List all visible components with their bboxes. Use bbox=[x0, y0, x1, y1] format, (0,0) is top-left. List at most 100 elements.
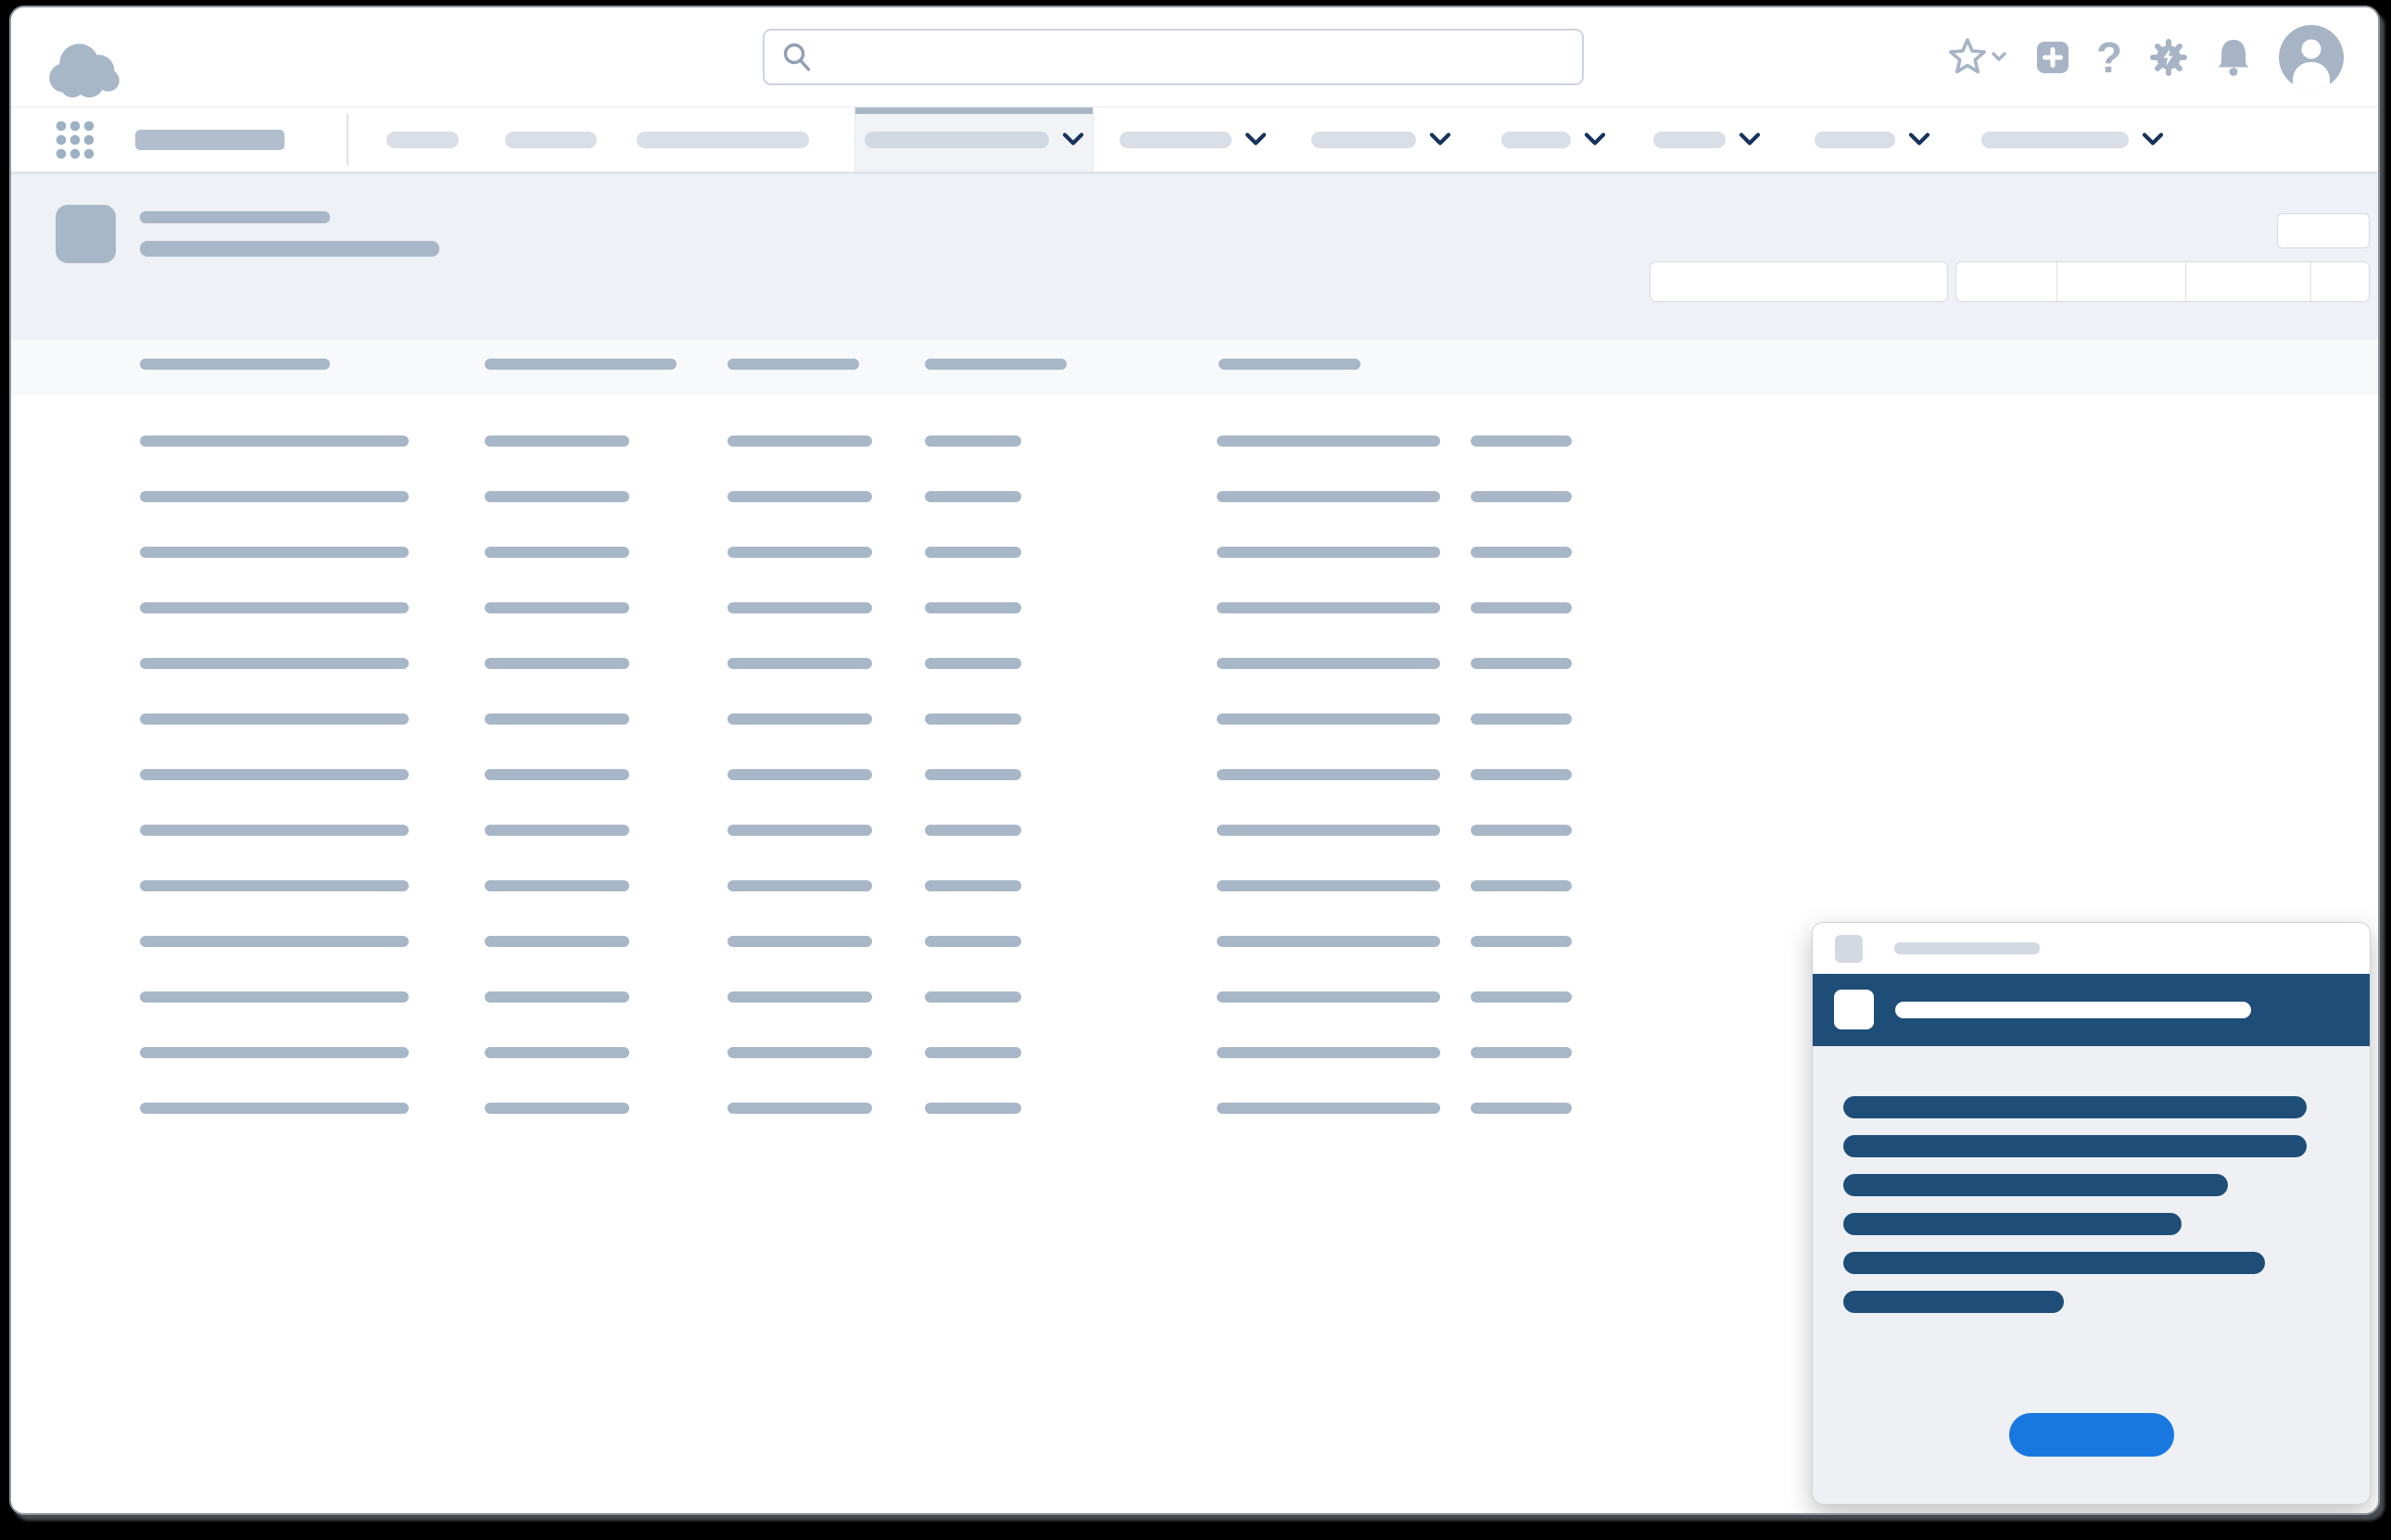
cell-placeholder-col-5 bbox=[1217, 713, 1440, 725]
cell-placeholder-col-5 bbox=[1217, 936, 1440, 947]
cell-placeholder-col-2 bbox=[485, 435, 629, 447]
cell-placeholder-col-1 bbox=[140, 547, 409, 558]
cell-placeholder-col-4 bbox=[925, 658, 1021, 669]
list-toolbar-button-1[interactable] bbox=[1956, 262, 2056, 301]
nav-tab-7[interactable] bbox=[1501, 107, 1606, 171]
chevron-down-icon bbox=[1429, 133, 1451, 146]
cell-placeholder-col-6 bbox=[1471, 1047, 1572, 1058]
column-header-placeholder-5 bbox=[1219, 359, 1360, 370]
cell-placeholder-col-2 bbox=[485, 1047, 629, 1058]
cell-placeholder-col-4 bbox=[925, 713, 1021, 725]
cell-placeholder-col-1 bbox=[140, 1103, 409, 1114]
cell-placeholder-col-6 bbox=[1471, 825, 1572, 836]
search-icon bbox=[781, 42, 813, 73]
table-row bbox=[11, 435, 1633, 447]
cell-placeholder-col-2 bbox=[485, 936, 629, 947]
cell-placeholder-col-4 bbox=[925, 936, 1021, 947]
cell-placeholder-col-4 bbox=[925, 435, 1021, 447]
cell-placeholder-col-1 bbox=[140, 658, 409, 669]
app-launcher-button[interactable] bbox=[56, 120, 95, 159]
cell-placeholder-col-5 bbox=[1217, 880, 1440, 891]
popup-text-placeholder-6 bbox=[1843, 1291, 2064, 1313]
cell-placeholder-col-6 bbox=[1471, 435, 1572, 447]
add-button[interactable] bbox=[2036, 41, 2069, 74]
popup-text-placeholder-4 bbox=[1843, 1213, 2182, 1235]
cell-placeholder-col-1 bbox=[140, 491, 409, 502]
nav-tab-8[interactable] bbox=[1653, 107, 1761, 171]
cell-placeholder-col-6 bbox=[1471, 769, 1572, 780]
popup-text-placeholder-5 bbox=[1843, 1252, 2265, 1274]
cell-placeholder-col-4 bbox=[925, 880, 1021, 891]
cell-placeholder-col-1 bbox=[140, 880, 409, 891]
chevron-down-icon bbox=[1245, 133, 1267, 146]
notifications-button[interactable] bbox=[2215, 37, 2252, 78]
cell-placeholder-col-2 bbox=[485, 769, 629, 780]
cell-placeholder-col-1 bbox=[140, 435, 409, 447]
popup-banner bbox=[1813, 974, 2370, 1046]
table-row bbox=[11, 547, 1633, 558]
cell-placeholder-col-3 bbox=[727, 991, 872, 1003]
cell-placeholder-col-6 bbox=[1471, 713, 1572, 725]
list-toolbar-button-3[interactable] bbox=[2185, 262, 2310, 301]
nav-bar bbox=[11, 107, 2380, 174]
global-search-input[interactable] bbox=[824, 39, 1582, 76]
cell-placeholder-col-4 bbox=[925, 825, 1021, 836]
global-search bbox=[763, 29, 1584, 85]
cell-placeholder-col-2 bbox=[485, 1103, 629, 1114]
cell-placeholder-col-6 bbox=[1471, 1103, 1572, 1114]
cell-placeholder-col-4 bbox=[925, 491, 1021, 502]
table-row bbox=[11, 491, 1633, 502]
cell-placeholder-col-2 bbox=[485, 713, 629, 725]
cell-placeholder-col-3 bbox=[727, 1047, 872, 1058]
nav-tab-4-selected[interactable] bbox=[854, 107, 1094, 171]
cell-placeholder-col-3 bbox=[727, 658, 872, 669]
cell-placeholder-col-2 bbox=[485, 825, 629, 836]
help-icon: ? bbox=[2096, 36, 2122, 79]
list-toolbar-button-4[interactable] bbox=[2310, 262, 2369, 301]
popup-action-button[interactable] bbox=[2009, 1413, 2174, 1457]
favorites-button[interactable] bbox=[1948, 36, 2009, 79]
page-header bbox=[11, 174, 2380, 340]
list-toolbar-button-2[interactable] bbox=[2056, 262, 2185, 301]
cell-placeholder-col-6 bbox=[1471, 658, 1572, 669]
popup-header-icon bbox=[1835, 935, 1863, 963]
nav-tab-label-placeholder bbox=[505, 132, 597, 148]
cell-placeholder-col-4 bbox=[925, 602, 1021, 613]
cell-placeholder-col-6 bbox=[1471, 991, 1572, 1003]
header-action-button[interactable] bbox=[2277, 213, 2370, 248]
nav-tab-label-placeholder bbox=[1501, 132, 1571, 148]
chevron-down-icon bbox=[1584, 133, 1606, 146]
cell-placeholder-col-4 bbox=[925, 547, 1021, 558]
cell-placeholder-col-2 bbox=[485, 658, 629, 669]
nav-tab-label-placeholder bbox=[386, 132, 459, 148]
header-actions: ? bbox=[1948, 7, 2344, 107]
cell-placeholder-col-5 bbox=[1217, 658, 1440, 669]
nav-tab-6[interactable] bbox=[1311, 107, 1451, 171]
list-search-input[interactable] bbox=[1662, 262, 1936, 301]
cell-placeholder-col-2 bbox=[485, 602, 629, 613]
nav-tab-5[interactable] bbox=[1120, 107, 1267, 171]
table-row bbox=[11, 936, 1633, 947]
cell-placeholder-col-2 bbox=[485, 547, 629, 558]
cell-placeholder-col-6 bbox=[1471, 936, 1572, 947]
nav-tab-2[interactable] bbox=[505, 107, 597, 171]
cell-placeholder-col-6 bbox=[1471, 602, 1572, 613]
user-menu-button[interactable] bbox=[2279, 25, 2344, 90]
help-button[interactable]: ? bbox=[2096, 36, 2122, 79]
column-header-placeholder-2 bbox=[485, 359, 677, 370]
nav-tab-3[interactable] bbox=[637, 107, 809, 171]
cell-placeholder-col-5 bbox=[1217, 435, 1440, 447]
cloud-logo-icon bbox=[41, 35, 128, 100]
nav-tab-label-placeholder bbox=[1981, 132, 2129, 148]
nav-tab-9[interactable] bbox=[1815, 107, 1930, 171]
popup-text-placeholder-3 bbox=[1843, 1174, 2228, 1196]
nav-tab-1[interactable] bbox=[386, 107, 459, 171]
nav-tab-10[interactable] bbox=[1981, 107, 2164, 171]
cell-placeholder-col-3 bbox=[727, 491, 872, 502]
table-row bbox=[11, 713, 1633, 725]
setup-button[interactable] bbox=[2149, 38, 2188, 77]
popup-text-placeholder-2 bbox=[1843, 1135, 2307, 1157]
nav-tab-label-placeholder bbox=[1815, 132, 1895, 148]
cell-placeholder-col-6 bbox=[1471, 547, 1572, 558]
cell-placeholder-col-1 bbox=[140, 1047, 409, 1058]
